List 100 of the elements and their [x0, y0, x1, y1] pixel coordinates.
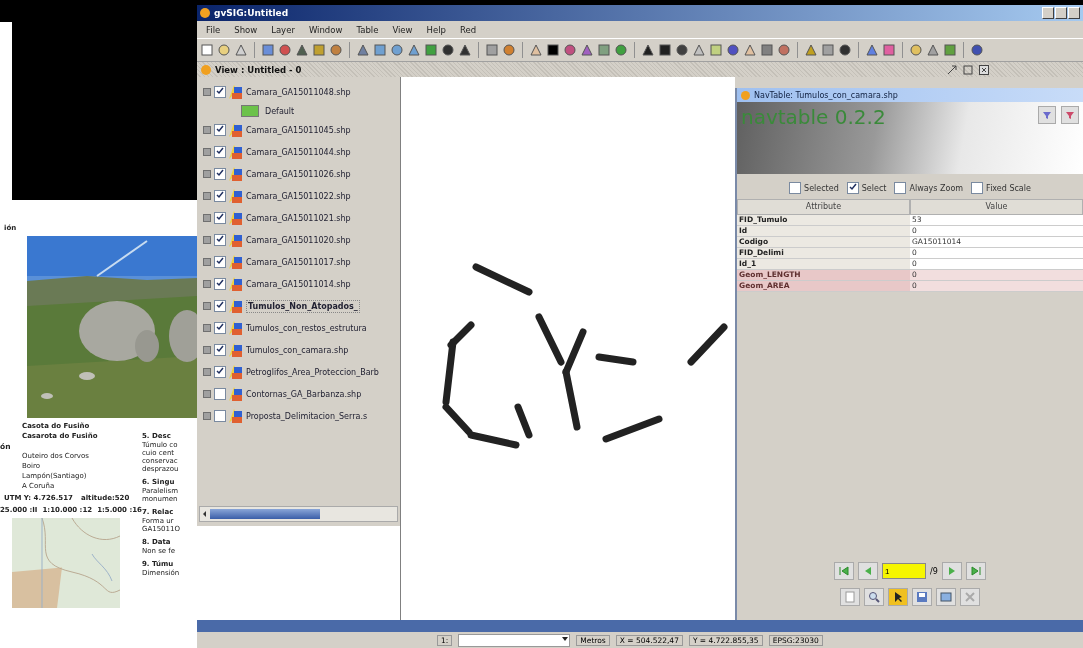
window-title: gvSIG:Untitled: [214, 8, 289, 18]
tool-icon[interactable]: [546, 43, 560, 57]
next-record-button[interactable]: [941, 562, 962, 580]
layer-name[interactable]: Camara_GA15011014.shp: [246, 279, 351, 289]
layer-name[interactable]: Proposta_Delimitacion_Serra.s: [246, 411, 368, 421]
column-header[interactable]: Value: [910, 199, 1083, 215]
layer-name[interactable]: Camara_GA15011017.shp: [246, 257, 351, 267]
layer-name[interactable]: Camara_GA15011022.shp: [246, 191, 351, 201]
layer-checkbox[interactable]: [214, 344, 226, 356]
filter-button[interactable]: [1061, 106, 1079, 124]
tool-icon[interactable]: [658, 43, 672, 57]
table-icon: [940, 591, 952, 603]
menu-item[interactable]: Window: [303, 23, 348, 36]
layer-icon: [229, 211, 243, 225]
layer-icon: [229, 277, 243, 291]
tool-icon[interactable]: [441, 43, 455, 57]
layer-name[interactable]: Camara_GA15011026.shp: [246, 169, 351, 179]
skip-back-icon: [838, 566, 851, 576]
expand-icon[interactable]: [203, 258, 211, 266]
layer-name[interactable]: Camara_GA15011044.shp: [246, 147, 351, 157]
expand-icon[interactable]: [203, 148, 211, 156]
layer-checkbox[interactable]: [214, 366, 226, 378]
expand-icon[interactable]: [203, 214, 211, 222]
layer-checkbox[interactable]: [214, 190, 226, 202]
filter-button[interactable]: [1038, 106, 1056, 124]
maximize-button[interactable]: [1055, 7, 1067, 19]
expand-icon[interactable]: [203, 302, 211, 310]
tool-icon[interactable]: [641, 43, 655, 57]
previous-record-button[interactable]: [858, 562, 879, 580]
app-icon: [200, 8, 210, 18]
last-record-button[interactable]: [965, 562, 986, 580]
checkbox[interactable]: [789, 182, 802, 194]
layer-icon: [229, 233, 243, 247]
tool-icon[interactable]: [675, 43, 689, 57]
expand-icon[interactable]: [203, 170, 211, 178]
skip-forward-icon: [969, 566, 982, 576]
layer-icon: [229, 409, 243, 423]
expand-icon[interactable]: [203, 412, 211, 420]
layer-checkbox[interactable]: [214, 300, 226, 312]
close-button[interactable]: [1068, 7, 1080, 19]
expand-icon[interactable]: [203, 88, 211, 96]
layer-checkbox[interactable]: [214, 86, 226, 98]
checkbox[interactable]: [846, 182, 859, 194]
column-header[interactable]: Attribute: [737, 199, 910, 215]
layer-name[interactable]: Camara_GA15011048.shp: [246, 87, 351, 97]
layer-name[interactable]: Tumulos_con_restos_estrutura: [246, 323, 367, 333]
table-button[interactable]: [936, 588, 956, 606]
layer-name[interactable]: Tumulos_con_camara.shp: [246, 345, 349, 355]
close-icon[interactable]: [979, 64, 989, 75]
layer-name[interactable]: Petroglifos_Area_Proteccion_Barb: [246, 367, 379, 377]
layer-checkbox[interactable]: [214, 146, 226, 158]
menu-item[interactable]: Layer: [266, 23, 300, 36]
expand-icon[interactable]: [203, 390, 211, 398]
layer-name[interactable]: Contornas_GA_Barbanza.shp: [246, 389, 362, 399]
layer-checkbox[interactable]: [214, 278, 226, 290]
expand-icon[interactable]: [203, 192, 211, 200]
layer-name[interactable]: Camara_GA15011045.shp: [246, 125, 351, 135]
layer-checkbox[interactable]: [214, 234, 226, 246]
layer-checkbox[interactable]: [214, 168, 226, 180]
tool-icon[interactable]: [458, 43, 472, 57]
first-record-button[interactable]: [834, 562, 855, 580]
view-icon: [201, 64, 211, 75]
layer-checkbox[interactable]: [214, 322, 226, 334]
layer-name[interactable]: Tumulos_Non_Atopados_: [246, 299, 360, 313]
select-button[interactable]: [888, 588, 908, 606]
menu-item[interactable]: Red: [454, 23, 482, 36]
expand-icon[interactable]: [203, 280, 211, 288]
scrollbar[interactable]: [199, 506, 398, 522]
expand-icon[interactable]: [203, 368, 211, 376]
minimize-button[interactable]: [1042, 7, 1054, 19]
menu-item[interactable]: Show: [229, 23, 263, 36]
expand-icon[interactable]: [203, 346, 211, 354]
layer-checkbox[interactable]: [214, 124, 226, 136]
zoom-button[interactable]: [864, 588, 884, 606]
layer-checkbox[interactable]: [214, 212, 226, 224]
restore-icon[interactable]: [947, 64, 957, 75]
scale-dropdown[interactable]: [458, 633, 571, 647]
save-button[interactable]: [912, 588, 932, 606]
layer-name[interactable]: Camara_GA15011020.shp: [246, 235, 351, 245]
layer-checkbox[interactable]: [214, 256, 226, 268]
layer-checkbox[interactable]: [214, 388, 226, 400]
layer-icon: [229, 85, 243, 99]
record-field[interactable]: 1: [882, 563, 927, 579]
checkbox[interactable]: [894, 182, 907, 194]
expand-icon[interactable]: [203, 236, 211, 244]
caret-icon: [561, 634, 570, 643]
layer-name[interactable]: Camara_GA15011021.shp: [246, 213, 351, 223]
copy-button[interactable]: [840, 588, 860, 606]
menu-item[interactable]: Help: [421, 23, 451, 36]
checkbox[interactable]: [971, 182, 984, 194]
layer-checkbox[interactable]: [214, 410, 226, 422]
expand-icon[interactable]: [203, 324, 211, 332]
legend-label: Default: [265, 106, 295, 116]
expand-icon[interactable]: [203, 126, 211, 134]
maximize-icon[interactable]: [963, 64, 973, 75]
menu-item[interactable]: View: [387, 23, 418, 36]
menu-item[interactable]: Table: [351, 23, 384, 36]
menu-item[interactable]: File: [201, 23, 226, 36]
tool-icon[interactable]: [838, 43, 852, 57]
logo-text: navtable 0.2.2: [741, 106, 886, 128]
